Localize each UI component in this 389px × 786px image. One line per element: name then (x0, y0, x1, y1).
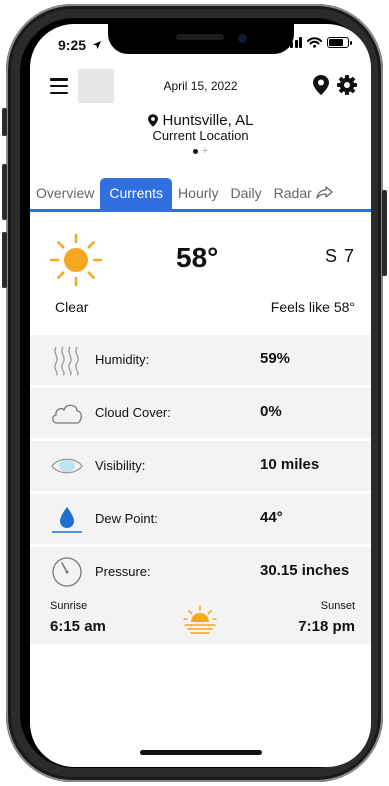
dew-point-label: Dew Point: (95, 511, 158, 526)
mute-switch (2, 108, 7, 136)
dew-drop-icon (52, 507, 82, 533)
location-pin-small-icon (147, 114, 158, 127)
location-subtitle: Current Location (152, 128, 249, 143)
power-button (382, 190, 387, 276)
tab-bar: Overview Currents Hourly Daily Radar (30, 175, 371, 212)
page-indicator[interactable]: + (30, 146, 371, 157)
volume-down-button (2, 232, 7, 288)
app-header: April 15, 2022 (30, 66, 371, 110)
share-arrow-icon (316, 186, 333, 199)
status-time: 9:25 (58, 37, 102, 53)
notch (108, 24, 294, 54)
location-pin-button[interactable] (313, 75, 329, 100)
status-icons (285, 37, 352, 48)
detail-row-dew-point: Dew Point: 44° (30, 494, 371, 544)
tab-overview[interactable]: Overview (30, 185, 100, 209)
location-line: Huntsville, AL (30, 112, 371, 129)
location-block[interactable]: Huntsville, AL Current Location + (30, 112, 371, 157)
location-arrow-icon (92, 41, 101, 49)
sunset-time: 7:18 pm (298, 618, 355, 635)
wifi-icon (307, 37, 322, 48)
page-dot-active (192, 148, 198, 154)
signal-icon (285, 37, 302, 48)
cloud-cover-value: 0% (260, 403, 282, 420)
detail-row-visibility: Visibility: 10 miles (30, 441, 371, 491)
current-conditions: 58° S 7 Clear Feels like 58° (30, 222, 371, 332)
volume-up-button (2, 164, 7, 220)
humidity-icon (54, 346, 79, 376)
humidity-value: 59% (260, 350, 291, 367)
pressure-label: Pressure: (95, 564, 151, 579)
detail-row-cloud-cover: Cloud Cover: 0% (30, 388, 371, 438)
current-temperature: 58° (176, 242, 219, 273)
gear-icon (337, 75, 357, 95)
speaker (176, 34, 224, 40)
cloud-icon (52, 404, 82, 424)
tab-radar[interactable]: Radar (268, 185, 339, 209)
details-list: Humidity: 59% Cloud Cover: 0% Visibility… (30, 335, 371, 600)
tab-hourly[interactable]: Hourly (172, 185, 224, 209)
gauge-icon (52, 557, 82, 587)
dew-point-value: 44° (260, 509, 283, 526)
sunset-label: Sunset (320, 600, 355, 612)
tab-radar-label: Radar (273, 185, 312, 201)
tab-daily[interactable]: Daily (225, 185, 268, 209)
pressure-value: 30.15 inches (260, 562, 350, 579)
sunset-icon (183, 605, 217, 634)
visibility-label: Visibility: (95, 458, 146, 473)
status-time-text: 9:25 (58, 37, 87, 53)
location-city: Huntsville, AL (162, 112, 254, 129)
condition-text: Clear (55, 299, 89, 315)
detail-row-humidity: Humidity: 59% (30, 335, 371, 385)
eye-icon (51, 458, 83, 474)
wind-readout: S 7 (324, 246, 355, 266)
humidity-label: Humidity: (95, 352, 150, 367)
location-pin-icon (313, 75, 329, 95)
sun-times: Sunrise 6:15 am Sunset 7:18 pm (30, 594, 371, 644)
sunrise-label: Sunrise (50, 600, 88, 612)
sunrise-time: 6:15 am (50, 618, 106, 635)
battery-icon (327, 37, 352, 48)
tab-currents[interactable]: Currents (100, 178, 173, 209)
home-indicator[interactable] (140, 750, 262, 755)
add-location-icon[interactable]: + (202, 146, 208, 157)
app-screen: 9:25 April 15, 2022 Huntsville, AL Curre… (30, 24, 371, 767)
settings-button[interactable] (337, 75, 357, 100)
sun-icon (49, 233, 103, 287)
visibility-value: 10 miles (260, 456, 320, 473)
feels-like-text: Feels like 58° (270, 299, 355, 315)
cloud-cover-label: Cloud Cover: (95, 405, 171, 420)
detail-row-pressure: Pressure: 30.15 inches (30, 547, 371, 597)
front-camera (238, 34, 247, 43)
